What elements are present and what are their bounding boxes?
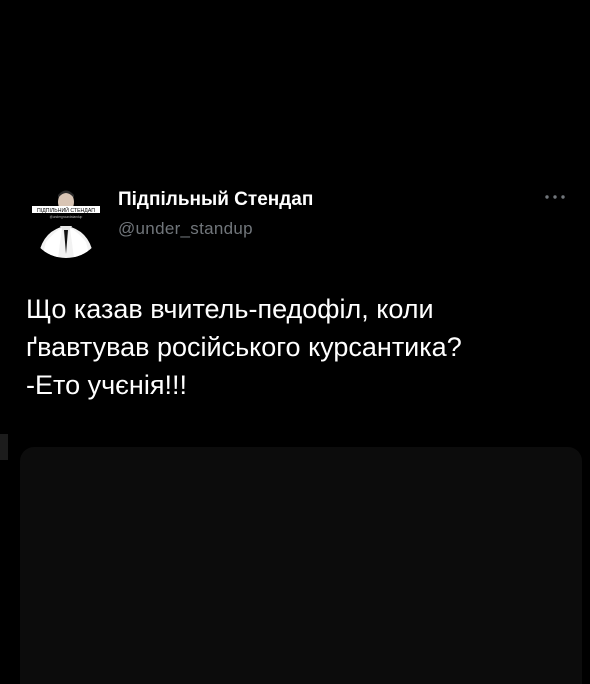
more-horizontal-icon[interactable]: [542, 190, 568, 204]
scroll-marker: [0, 434, 8, 460]
user-handle[interactable]: @under_standup: [118, 216, 313, 242]
display-name[interactable]: Підпільный Стендап: [118, 188, 313, 212]
tweet-media[interactable]: [20, 447, 582, 684]
tweet-header: ПІДПІЛЬНИЙ СТЕНДАП @undergroundstandup П…: [26, 182, 574, 262]
tweet-text: Що казав вчитель-педофіл, коли ґвавтував…: [26, 294, 462, 400]
avatar-image: ПІДПІЛЬНИЙ СТЕНДАП @undergroundstandup: [28, 182, 104, 258]
avatar-subcaption: @undergroundstandup: [50, 215, 83, 219]
avatar[interactable]: ПІДПІЛЬНИЙ СТЕНДАП @undergroundstandup: [28, 182, 104, 258]
user-names: Підпільный Стендап @under_standup: [118, 188, 313, 242]
avatar-caption: ПІДПІЛЬНИЙ СТЕНДАП: [37, 206, 95, 214]
